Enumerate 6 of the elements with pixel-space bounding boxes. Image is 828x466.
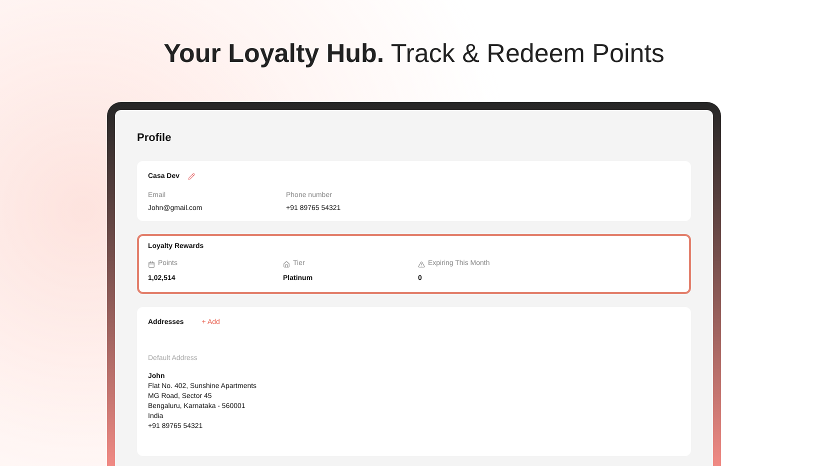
house-icon [283,260,290,268]
warning-icon [418,260,425,268]
headline: Your Loyalty Hub. Track & Redeem Points [164,37,664,70]
calendar-icon [148,260,155,268]
page-title: Profile [137,131,172,146]
edit-icon[interactable] [188,173,195,180]
